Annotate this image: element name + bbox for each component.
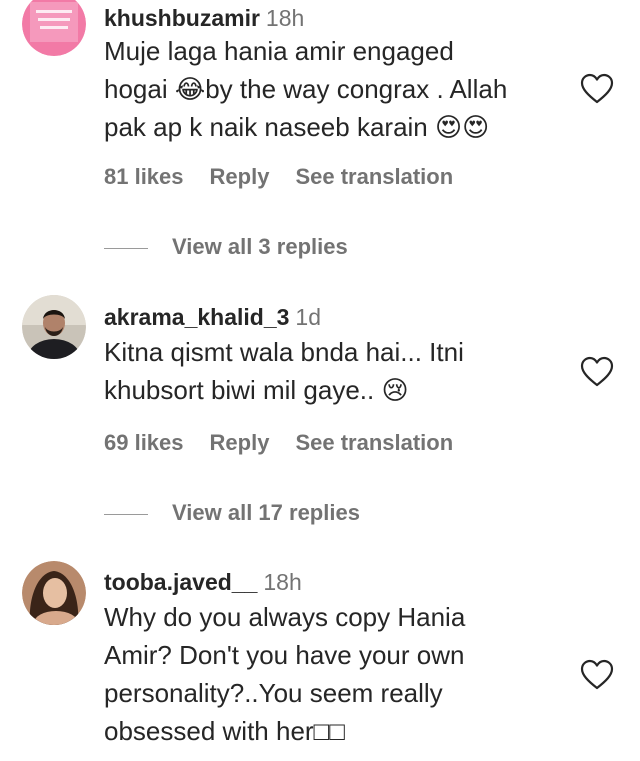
comment-line: pak ap k naik naseeb karain 😍😍 xyxy=(104,112,490,142)
reply-button[interactable]: Reply xyxy=(210,164,270,189)
like-heart-icon[interactable] xyxy=(580,659,614,691)
comment-line: Muje laga hania amir engaged xyxy=(104,36,454,66)
comment-line: Kitna qismt wala bnda hai... Itni xyxy=(104,337,464,367)
see-translation-button[interactable]: See translation xyxy=(295,164,453,189)
likes-count[interactable]: 69 likes xyxy=(104,430,184,455)
timestamp[interactable]: 1d xyxy=(295,304,321,330)
comment-header: tooba.javed__ 18h xyxy=(104,568,302,596)
like-heart-icon[interactable] xyxy=(580,73,614,105)
comment-line: personality?..You seem really xyxy=(104,678,443,708)
divider xyxy=(104,513,148,515)
timestamp[interactable]: 18h xyxy=(263,569,301,595)
avatar[interactable] xyxy=(22,295,86,359)
view-replies-button[interactable]: View all 17 replies xyxy=(104,500,360,526)
view-replies-label[interactable]: View all 17 replies xyxy=(172,500,360,525)
reply-button[interactable]: Reply xyxy=(210,430,270,455)
comment-line: Amir? Don't you have your own xyxy=(104,640,465,670)
comment-line: obsessed with her□□ xyxy=(104,716,345,746)
comment-header: khushbuzamir 18h xyxy=(104,4,304,32)
comment-header: akrama_khalid_3 1d xyxy=(104,303,321,331)
comment-line: hogai 😂by the way congrax . Allah xyxy=(104,74,508,104)
likes-count[interactable]: 81 likes xyxy=(104,164,184,189)
comment-line: Why do you always copy Hania xyxy=(104,602,466,632)
comment-actions: 81 likes Reply See translation xyxy=(104,164,479,190)
comment-actions: 69 likes Reply See translation xyxy=(104,430,479,456)
username[interactable]: akrama_khalid_3 xyxy=(104,304,289,330)
avatar[interactable] xyxy=(22,561,86,625)
like-heart-icon[interactable] xyxy=(580,356,614,388)
username[interactable]: khushbuzamir xyxy=(104,5,260,31)
comment-text: Muje laga hania amir engaged hogai 😂by t… xyxy=(104,32,574,146)
view-replies-button[interactable]: View all 3 replies xyxy=(104,234,348,260)
username[interactable]: tooba.javed__ xyxy=(104,569,257,595)
view-replies-label[interactable]: View all 3 replies xyxy=(172,234,348,259)
comment-text: Why do you always copy Hania Amir? Don't… xyxy=(104,598,574,750)
see-translation-button[interactable]: See translation xyxy=(295,430,453,455)
comment-line: khubsort biwi mil gaye.. 😢 xyxy=(104,375,409,405)
timestamp[interactable]: 18h xyxy=(266,5,304,31)
divider xyxy=(104,247,148,249)
comment-text: Kitna qismt wala bnda hai... Itni khubso… xyxy=(104,333,574,409)
avatar[interactable] xyxy=(22,0,86,56)
